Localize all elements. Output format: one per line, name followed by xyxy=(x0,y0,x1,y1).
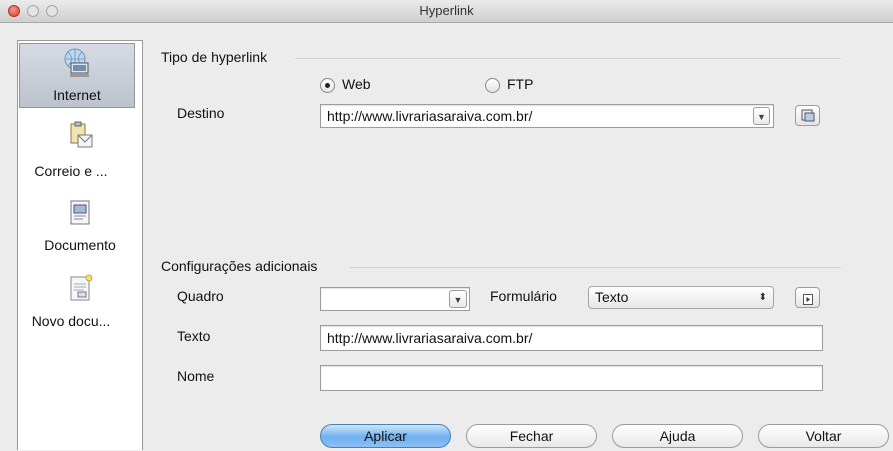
help-button[interactable]: Ajuda xyxy=(612,424,743,448)
section-divider xyxy=(350,267,841,268)
form-select[interactable]: Texto ⬍ xyxy=(588,286,774,309)
form-select-value: Texto xyxy=(595,289,629,305)
section-divider xyxy=(295,58,841,59)
destination-dropdown-button[interactable]: ▼ xyxy=(753,107,770,125)
hyperlink-type-sidebar: Internet Correio e ... Documento Novo do… xyxy=(17,40,143,450)
ftp-radio[interactable] xyxy=(485,78,500,93)
text-input[interactable]: http://www.livrariasaraiva.com.br/ xyxy=(320,325,823,351)
new-document-icon xyxy=(66,273,94,306)
close-button[interactable]: Fechar xyxy=(466,424,597,448)
play-icon xyxy=(803,292,813,308)
sidebar-item-new-document[interactable]: Novo docu... xyxy=(18,273,142,335)
web-radio[interactable] xyxy=(320,78,335,93)
text-input-value: http://www.livrariasaraiva.com.br/ xyxy=(327,330,533,346)
hyperlink-type-heading: Tipo de hyperlink xyxy=(161,49,268,65)
sidebar-item-document[interactable]: Documento xyxy=(18,197,142,257)
form-label: Formulário xyxy=(490,288,557,304)
frame-dropdown-button[interactable]: ▼ xyxy=(449,290,467,308)
open-browser-button[interactable] xyxy=(795,105,820,126)
sidebar-item-label: Documento xyxy=(44,237,116,253)
sidebar-item-mail[interactable]: Correio e ... xyxy=(18,121,142,181)
frame-label: Quadro xyxy=(177,288,224,304)
document-icon xyxy=(67,199,93,230)
events-button[interactable] xyxy=(795,287,820,308)
window-title: Hyperlink xyxy=(419,3,474,18)
sidebar-item-internet[interactable]: Internet xyxy=(19,43,135,108)
updown-arrows-icon: ⬍ xyxy=(758,292,767,303)
browse-icon xyxy=(801,109,815,125)
additional-settings-heading: Configurações adicionais xyxy=(161,258,318,274)
frame-combobox[interactable] xyxy=(320,287,470,311)
name-input[interactable] xyxy=(320,365,823,391)
destination-input[interactable]: http://www.livrariasaraiva.com.br/ xyxy=(320,104,774,128)
back-button[interactable]: Voltar xyxy=(758,424,889,448)
globe-computer-icon xyxy=(62,48,92,81)
destination-input-value: http://www.livrariasaraiva.com.br/ xyxy=(327,108,533,124)
sidebar-item-label: Novo docu... xyxy=(31,313,111,329)
window-titlebar: Hyperlink xyxy=(0,0,893,23)
name-label: Nome xyxy=(177,368,215,384)
mail-clipboard-icon xyxy=(65,121,95,154)
destination-label: Destino xyxy=(177,105,225,121)
text-label: Texto xyxy=(177,328,211,344)
sidebar-item-label: Correio e ... xyxy=(34,163,108,179)
apply-button[interactable]: Aplicar xyxy=(320,424,451,448)
ftp-radio-label[interactable]: FTP xyxy=(507,76,533,92)
web-radio-label[interactable]: Web xyxy=(342,76,371,92)
sidebar-item-label: Internet xyxy=(53,87,101,103)
